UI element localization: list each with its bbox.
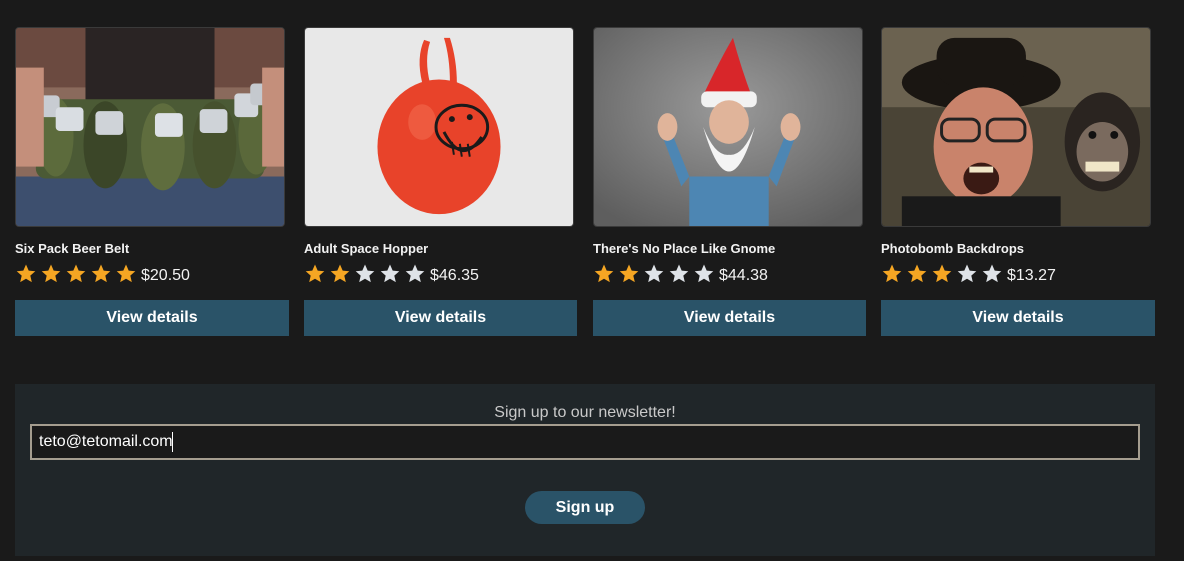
product-rating-row: $13.27 [881, 262, 1155, 286]
product-image-gnome[interactable] [593, 27, 863, 227]
product-name[interactable]: Six Pack Beer Belt [15, 241, 289, 256]
product-image-photobomb[interactable] [881, 27, 1151, 227]
star-empty-icon [981, 263, 1006, 285]
star-empty-icon [668, 263, 693, 285]
product-card: There's No Place Like Gnome $44.38 View … [593, 27, 867, 336]
product-rating-row: $44.38 [593, 262, 867, 286]
product-price: $44.38 [719, 267, 768, 284]
star-empty-icon [404, 263, 429, 285]
product-card: Six Pack Beer Belt $20.50 View details [15, 27, 289, 336]
star-filled-icon [90, 263, 115, 285]
star-empty-icon [379, 263, 404, 285]
star-filled-icon [881, 263, 906, 285]
newsletter-section: Sign up to our newsletter! Sign up [15, 384, 1155, 556]
product-price: $13.27 [1007, 267, 1056, 284]
view-details-button[interactable]: View details [15, 300, 289, 336]
star-filled-icon [931, 263, 956, 285]
star-rating [593, 263, 718, 285]
view-details-button[interactable]: View details [881, 300, 1155, 336]
star-filled-icon [115, 263, 140, 285]
text-cursor [172, 432, 173, 452]
product-name[interactable]: Adult Space Hopper [304, 241, 578, 256]
star-filled-icon [618, 263, 643, 285]
star-filled-icon [65, 263, 90, 285]
product-price: $46.35 [430, 267, 479, 284]
product-price: $20.50 [141, 267, 190, 284]
star-filled-icon [40, 263, 65, 285]
newsletter-title: Sign up to our newsletter! [494, 404, 676, 421]
product-image-beer-belt[interactable] [15, 27, 285, 227]
product-card: Adult Space Hopper $46.35 View details [304, 27, 578, 336]
star-filled-icon [906, 263, 931, 285]
star-rating [881, 263, 1006, 285]
product-rating-row: $20.50 [15, 262, 289, 286]
star-filled-icon [304, 263, 329, 285]
email-field[interactable] [30, 424, 1140, 460]
star-rating [15, 263, 140, 285]
product-name[interactable]: There's No Place Like Gnome [593, 241, 867, 256]
star-filled-icon [15, 263, 40, 285]
view-details-button[interactable]: View details [304, 300, 577, 336]
star-empty-icon [956, 263, 981, 285]
view-details-button[interactable]: View details [593, 300, 866, 336]
star-rating [304, 263, 429, 285]
star-empty-icon [643, 263, 668, 285]
star-empty-icon [354, 263, 379, 285]
product-name[interactable]: Photobomb Backdrops [881, 241, 1155, 256]
star-empty-icon [693, 263, 718, 285]
star-filled-icon [329, 263, 354, 285]
product-card: Photobomb Backdrops $13.27 View details [881, 27, 1155, 336]
product-grid: Six Pack Beer Belt $20.50 View details A… [15, 27, 1155, 336]
product-image-space-hopper[interactable] [304, 27, 574, 227]
sign-up-button[interactable]: Sign up [525, 491, 645, 524]
product-rating-row: $46.35 [304, 262, 578, 286]
star-filled-icon [593, 263, 618, 285]
